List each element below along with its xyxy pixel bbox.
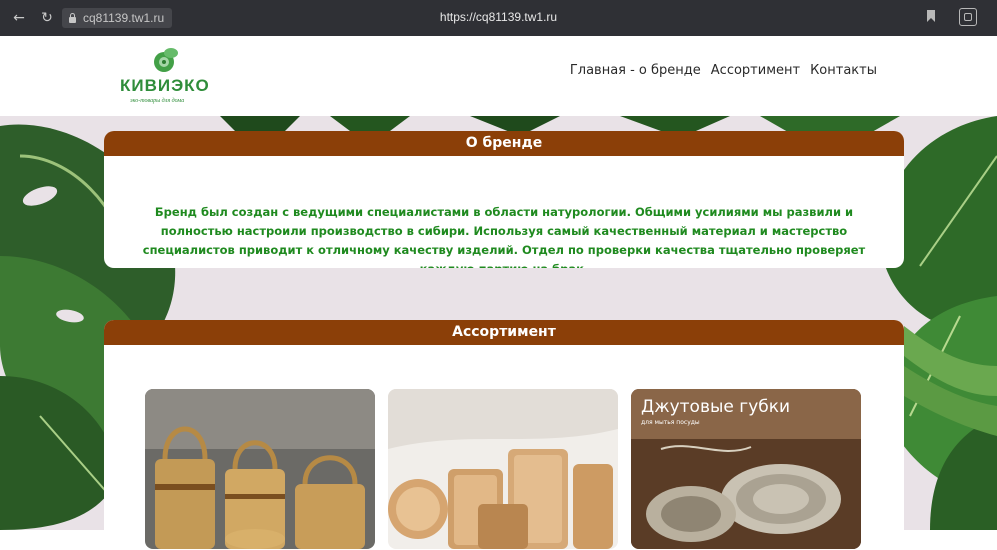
product-card-baskets[interactable] — [145, 389, 375, 549]
about-text: Бренд был создан с ведущими специалистам… — [142, 205, 866, 268]
kiwi-icon — [154, 48, 178, 72]
assortment-panel: Ассортимент Джутовые губки для мытья пос… — [104, 320, 904, 550]
product-card-trays[interactable] — [388, 389, 618, 549]
logo-tagline: эко-товары для дома — [130, 98, 185, 104]
browser-toolbar: ← ↻ cq81139.tw1.ru https://cq81139.tw1.r… — [0, 0, 997, 36]
about-panel: О бренде Бренд был создан с ведущими спе… — [104, 131, 904, 268]
trays-image — [388, 389, 618, 549]
logo-text: КИВИЭКО — [120, 76, 210, 95]
nav-link-home[interactable]: Главная - о бренде — [570, 63, 701, 78]
about-title: О бренде — [104, 131, 904, 156]
card-subtitle: для мытья посуды — [641, 419, 700, 426]
logo[interactable]: КИВИЭКО эко-товары для дома — [112, 46, 222, 110]
nav-link-contacts[interactable]: Контакты — [810, 63, 877, 78]
nav-link-assortment[interactable]: Ассортимент — [711, 63, 800, 78]
assortment-title: Ассортимент — [104, 320, 904, 345]
baskets-image — [145, 389, 375, 549]
main-menu: Главная - о бренде Ассортимент Контакты — [570, 63, 877, 78]
bookmark-icon[interactable] — [927, 10, 935, 22]
site-header: КИВИЭКО эко-товары для дома Главная - о … — [0, 36, 997, 116]
product-card-sponges[interactable]: Джутовые губки для мытья посуды — [631, 389, 861, 549]
address-bar[interactable]: https://cq81139.tw1.ru — [0, 10, 997, 24]
card-title: Джутовые губки — [641, 397, 791, 417]
extensions-icon[interactable] — [959, 8, 977, 26]
